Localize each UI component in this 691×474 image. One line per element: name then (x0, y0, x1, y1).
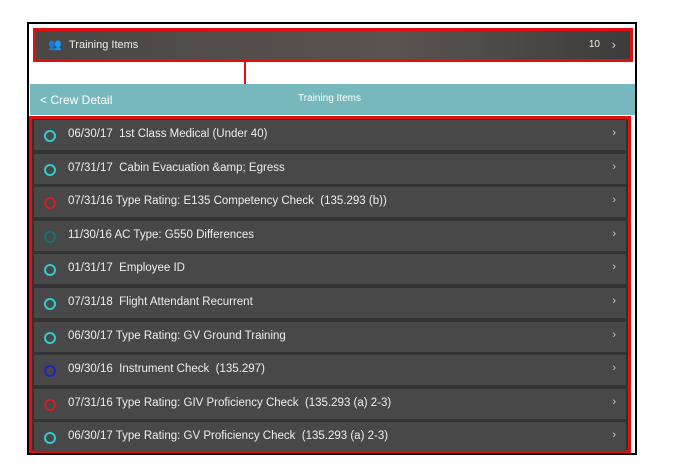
list-item[interactable]: 06/30/17 Type Rating: GV Proficiency Che… (34, 422, 626, 453)
chevron-right-icon: › (612, 160, 616, 173)
list-item[interactable]: 06/30/17 1st Class Medical (Under 40) › (34, 120, 626, 150)
chevron-right-icon: › (612, 395, 616, 408)
chevron-right-icon: › (611, 37, 616, 52)
status-circle-icon (44, 230, 56, 243)
status-circle-icon (44, 398, 56, 411)
list-item[interactable]: 07/31/17 Cabin Evacuation &amp; Egress › (34, 153, 626, 184)
list-item[interactable]: 06/30/17 Type Rating: GV Ground Training… (34, 321, 626, 352)
status-circle-icon (44, 264, 56, 277)
item-text: 07/31/18 Flight Attendant Recurrent (68, 296, 253, 308)
training-items-summary-row[interactable]: 👥 Training Items 10 › (33, 28, 633, 62)
item-text: 06/30/17 Type Rating: GV Proficiency Che… (68, 430, 389, 443)
item-text: 01/31/17 Employee ID (68, 262, 185, 275)
list-item[interactable]: 07/31/18 Flight Attendant Recurrent › (34, 288, 626, 318)
chevron-right-icon: › (612, 362, 616, 375)
status-circle-icon (44, 298, 56, 310)
chevron-right-icon: › (612, 295, 616, 307)
chevron-right-icon: › (612, 227, 616, 240)
item-text: 11/30/16 AC Type: G550 Differences (68, 228, 255, 241)
item-text: 07/31/16 Type Rating: E135 Competency Ch… (68, 195, 387, 208)
item-text: 07/31/16 Type Rating: GIV Proficiency Ch… (68, 396, 392, 409)
back-button[interactable]: < Crew Detail (40, 93, 112, 107)
people-icon: 👥 (48, 39, 62, 51)
summary-label: Training Items (69, 39, 139, 51)
training-items-list: 06/30/17 1st Class Medical (Under 40) › 07… (29, 116, 631, 453)
item-text: 09/30/16 Instrument Check (135.297) (68, 363, 265, 376)
chevron-right-icon: › (612, 261, 616, 274)
list-item[interactable]: 01/31/17 Employee ID › (34, 254, 626, 285)
list-item[interactable]: 07/31/16 Type Rating: GIV Proficiency Ch… (34, 388, 626, 419)
status-circle-icon (44, 163, 56, 176)
summary-count: 10 (588, 39, 600, 50)
list-item[interactable]: 09/30/16 Instrument Check (135.297) › (34, 355, 626, 386)
list-item[interactable]: 11/30/16 AC Type: G550 Differences › (34, 220, 626, 251)
chevron-right-icon: › (612, 429, 616, 442)
status-circle-icon (44, 365, 56, 378)
page-title: Training Items (298, 93, 361, 104)
item-text: 06/30/17 Type Rating: GV Ground Training (68, 329, 286, 342)
item-text: 06/30/17 1st Class Medical (Under 40) (68, 128, 268, 140)
chevron-right-icon: › (612, 127, 616, 139)
nav-bar: < Crew Detail Training Items (30, 84, 635, 115)
chevron-right-icon: › (612, 328, 616, 341)
status-circle-icon (44, 331, 56, 344)
chevron-right-icon: › (612, 194, 616, 207)
status-circle-icon (44, 130, 56, 142)
status-circle-icon (44, 432, 56, 445)
item-text: 07/31/17 Cabin Evacuation &amp; Egress (68, 161, 285, 174)
status-circle-icon (44, 197, 56, 210)
list-item[interactable]: 07/31/16 Type Rating: E135 Competency Ch… (34, 187, 626, 218)
